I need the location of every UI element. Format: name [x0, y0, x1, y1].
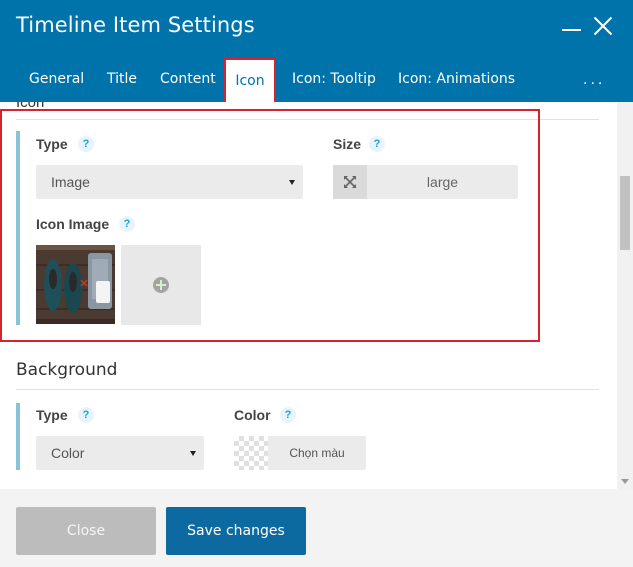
expand-icon	[333, 165, 367, 199]
icon-type-select[interactable]: Image	[36, 165, 303, 199]
icon-section-heading: Icon	[16, 102, 45, 111]
icon-image-label: Icon Image	[36, 216, 110, 232]
color-swatch	[234, 436, 268, 470]
add-icon-image-button[interactable]	[121, 245, 201, 325]
icon-image-thumbnail[interactable]	[36, 245, 115, 324]
modal-header: Timeline Item Settings General Title Con…	[0, 0, 633, 102]
background-section-heading: Background	[16, 360, 118, 380]
tab-title[interactable]: Title	[107, 58, 137, 102]
minimize-icon[interactable]	[562, 29, 581, 31]
more-tabs-button[interactable]: ...	[583, 58, 605, 102]
background-group-bar	[16, 403, 20, 470]
icon-size-help-icon[interactable]: ?	[369, 136, 385, 152]
tab-icon-animations[interactable]: Icon: Animations	[398, 58, 515, 102]
modal-footer: Close Save changes	[0, 489, 633, 567]
background-type-label: Type	[36, 407, 68, 423]
modal-title: Timeline Item Settings	[16, 13, 255, 37]
color-picker-label: Chọn màu	[289, 446, 345, 460]
background-type-select[interactable]: Color	[36, 436, 204, 470]
scrollbar-thumb[interactable]	[620, 176, 630, 250]
icon-type-label: Type	[36, 136, 68, 152]
close-icon[interactable]	[593, 16, 613, 36]
icon-size-select[interactable]: large	[333, 165, 518, 199]
scroll-down-icon[interactable]	[621, 479, 629, 484]
chevron-down-icon	[289, 180, 295, 185]
scrollbar[interactable]	[617, 102, 633, 489]
background-type-value: Color	[51, 445, 85, 461]
icon-type-help-icon[interactable]: ?	[78, 136, 94, 152]
section-divider	[16, 389, 599, 390]
background-type-help-icon[interactable]: ?	[78, 407, 94, 423]
tab-general[interactable]: General	[29, 58, 84, 102]
icon-size-value: large	[426, 174, 459, 190]
section-divider	[16, 119, 599, 120]
icon-type-value: Image	[51, 174, 90, 190]
background-color-help-icon[interactable]: ?	[280, 407, 296, 423]
plus-icon	[153, 277, 169, 293]
tab-icon-tooltip[interactable]: Icon: Tooltip	[292, 58, 376, 102]
icon-image-help-icon[interactable]: ?	[119, 216, 135, 232]
icon-size-label: Size	[333, 136, 362, 152]
tab-icon[interactable]: Icon	[224, 58, 276, 102]
tab-bar: General Title Content Icon Icon: Tooltip…	[0, 58, 633, 102]
background-color-label: Color	[234, 407, 271, 423]
color-picker-button[interactable]: Chọn màu	[234, 436, 366, 470]
icon-group-bar	[16, 131, 20, 325]
close-button[interactable]: Close	[16, 507, 156, 555]
tab-content[interactable]: Content	[160, 58, 216, 102]
save-changes-button[interactable]: Save changes	[166, 507, 306, 555]
settings-panel: Icon Type ? Image Size ? large Icon Imag…	[0, 102, 617, 489]
chevron-down-icon	[190, 451, 196, 456]
